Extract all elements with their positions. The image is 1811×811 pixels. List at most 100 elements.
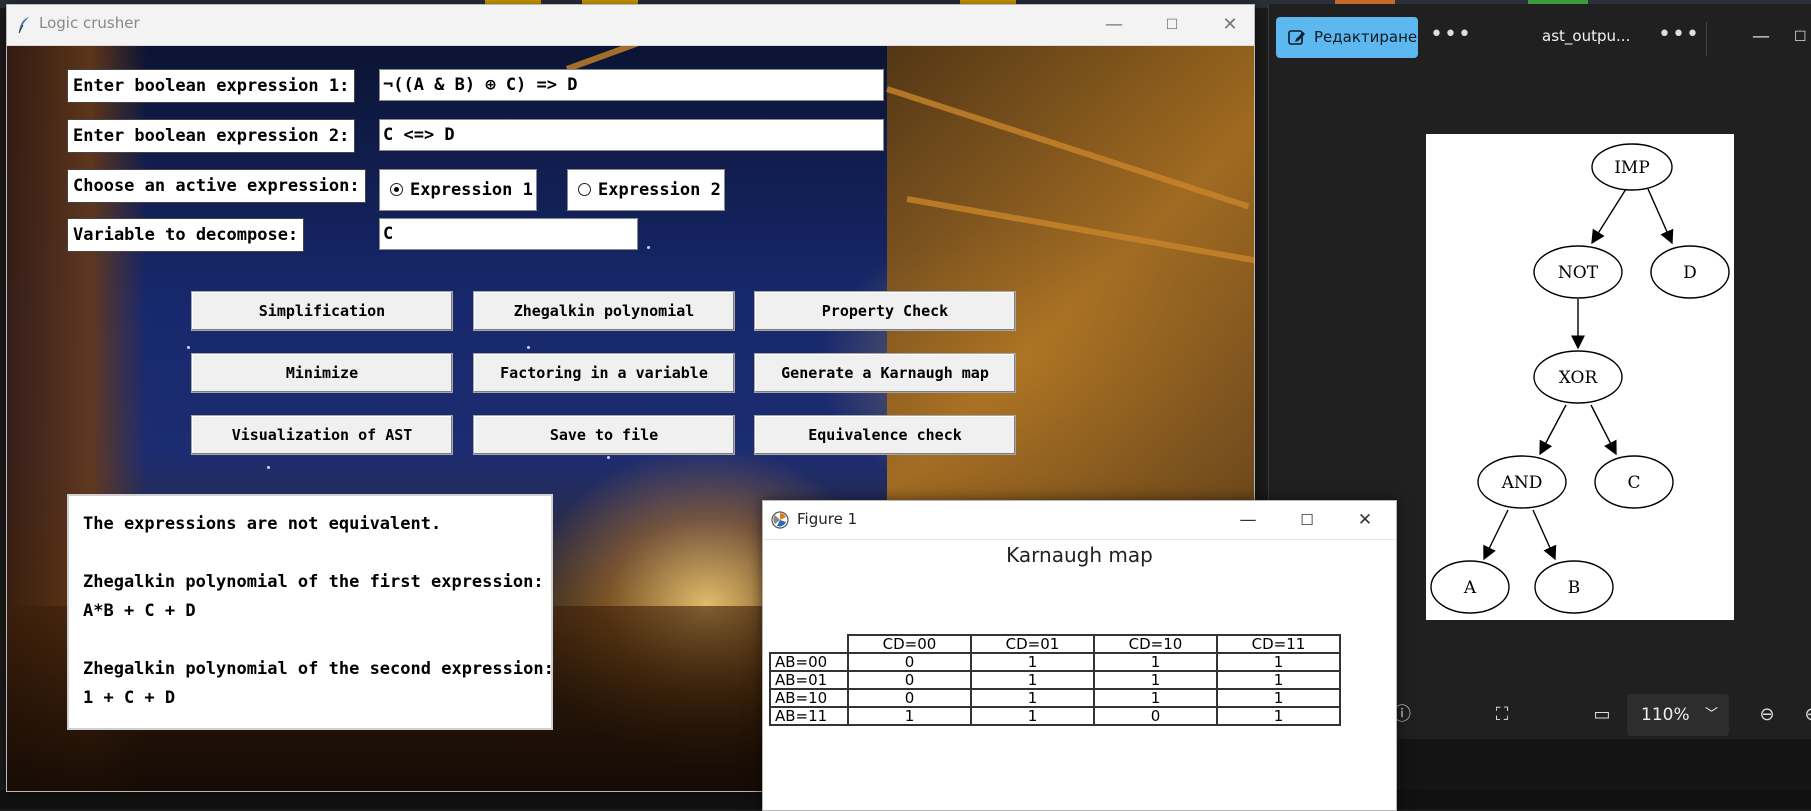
table-cell: 1	[1216, 688, 1341, 708]
table-cell: 1	[1216, 706, 1341, 726]
table-row: AB=10 0 1 1 1	[769, 688, 1341, 708]
table-row: AB=01 0 1 1 1	[769, 670, 1341, 690]
zoom-in-icon[interactable]: ⊕	[1799, 702, 1811, 728]
save-to-file-button[interactable]: Save to file	[473, 415, 735, 455]
output-line: The expressions are not equivalent.	[83, 514, 442, 534]
zhegalkin-polynomial-button[interactable]: Zhegalkin polynomial	[473, 291, 735, 331]
ast-visualization-button[interactable]: Visualization of AST	[191, 415, 453, 455]
radio-expression-2[interactable]: Expression 2	[567, 169, 725, 211]
zoom-out-icon[interactable]: ⊖	[1754, 702, 1780, 728]
ast-node-label: A	[1463, 578, 1477, 598]
ast-node-label: XOR	[1559, 368, 1599, 388]
more-options-icon[interactable]: •••	[1430, 18, 1471, 58]
expression-1-label: Enter boolean expression 1:	[67, 69, 356, 103]
output-line: 1 + C + D	[83, 688, 176, 708]
snowflake	[267, 466, 270, 469]
edit-image-icon	[1288, 30, 1305, 45]
close-button[interactable]: ✕	[1337, 501, 1393, 539]
karnaugh-map-button[interactable]: Generate a Karnaugh map	[754, 353, 1016, 393]
ast-node-label: C	[1627, 473, 1640, 493]
zoom-value: 110%	[1641, 705, 1690, 725]
table-cell: 0	[847, 652, 972, 672]
ast-node-label: B	[1568, 578, 1581, 598]
scene-beam	[565, 46, 879, 72]
table-cell: 0	[847, 670, 972, 690]
table-cell: 0	[1093, 706, 1218, 726]
property-check-button[interactable]: Property Check	[754, 291, 1016, 331]
edit-button[interactable]: Редактиране	[1276, 17, 1418, 58]
maximize-button[interactable]: ☐	[1279, 501, 1335, 539]
focus-frame-icon[interactable]: ⛶	[1489, 702, 1515, 728]
minimize-button[interactable]: —	[1085, 5, 1143, 45]
table-cell: 1	[1093, 670, 1218, 690]
radio-expression-1-label: Expression 1	[410, 180, 533, 200]
edit-button-label: Редактиране	[1314, 28, 1418, 46]
karnaugh-map-table: CD=00 CD=01 CD=10 CD=11 AB=00 0 1 1 1 AB…	[769, 634, 1341, 726]
table-cell: 1	[1093, 688, 1218, 708]
close-button[interactable]: ✕	[1201, 5, 1254, 45]
expression-2-input[interactable]: C <=> D	[379, 119, 884, 151]
table-cell: 0	[847, 688, 972, 708]
chevron-down-icon: ﹀	[1705, 707, 1719, 722]
table-cell: 1	[970, 688, 1095, 708]
snowflake	[647, 246, 650, 249]
row-header: AB=00	[769, 652, 849, 672]
row-header: AB=10	[769, 688, 849, 708]
toolbar-divider	[1706, 22, 1707, 56]
zoom-dropdown[interactable]: 110% ﹀	[1627, 694, 1729, 736]
maximize-button[interactable]: ☐	[1794, 22, 1811, 52]
column-header: CD=01	[970, 634, 1095, 654]
table-corner	[770, 635, 849, 654]
column-header: CD=10	[1093, 634, 1218, 654]
expression-2-label: Enter boolean expression 2:	[67, 119, 356, 153]
maximize-button[interactable]: ☐	[1143, 5, 1201, 45]
more-options-icon[interactable]: •••	[1658, 18, 1699, 58]
table-row: AB=11 1 1 0 1	[769, 706, 1341, 726]
equivalence-check-button[interactable]: Equivalence check	[754, 415, 1016, 455]
ast-image: IMP NOT D XOR AND C A B	[1426, 134, 1734, 620]
minimize-button[interactable]: —	[1220, 501, 1276, 539]
table-row: AB=00 0 1 1 1	[769, 652, 1341, 672]
expression-1-input[interactable]: ¬((A & B) ⊕ C) => D	[379, 69, 884, 101]
title-bar[interactable]: Logic crusher — ☐ ✕	[7, 5, 1254, 46]
decompose-variable-input[interactable]: C	[379, 218, 638, 250]
table-cell: 1	[1216, 652, 1341, 672]
active-expression-label: Choose an active expression:	[67, 169, 366, 203]
minimize-expression-button[interactable]: Minimize	[191, 353, 453, 393]
radio-selected-icon	[390, 183, 403, 196]
matplotlib-icon	[771, 511, 789, 529]
karnaugh-map-title: Karnaugh map	[1006, 543, 1153, 567]
file-name: ast_outpu...	[1542, 27, 1631, 45]
window-title: Logic crusher	[39, 14, 140, 32]
radio-unselected-icon	[578, 183, 591, 196]
table-cell: 1	[970, 670, 1095, 690]
table-header-row: CD=00 CD=01 CD=10 CD=11	[770, 634, 1341, 654]
decompose-variable-label: Variable to decompose:	[67, 218, 305, 252]
ast-graph: IMP NOT D XOR AND C A B	[1430, 143, 1730, 614]
table-cell: 1	[1216, 670, 1341, 690]
output-panel: The expressions are not equivalent. Zheg…	[67, 494, 554, 730]
figure-title-bar[interactable]: Figure 1 — ☐ ✕	[763, 501, 1396, 540]
simplification-button[interactable]: Simplification	[191, 291, 453, 331]
factoring-button[interactable]: Factoring in a variable	[473, 353, 735, 393]
fit-window-icon[interactable]: ▭	[1589, 702, 1615, 728]
feather-icon	[18, 17, 29, 34]
figure-window: Figure 1 — ☐ ✕ Karnaugh map CD=00 CD=01 …	[762, 500, 1397, 811]
ast-node-label: AND	[1501, 473, 1543, 493]
column-header: CD=11	[1216, 634, 1341, 654]
output-line: Zhegalkin polynomial of the second expre…	[83, 659, 554, 679]
table-cell: 1	[970, 652, 1095, 672]
radio-expression-1[interactable]: Expression 1	[379, 169, 537, 211]
row-header: AB=11	[769, 706, 849, 726]
snowflake	[607, 456, 610, 459]
minimize-button[interactable]: —	[1741, 22, 1781, 52]
output-line: Zhegalkin polynomial of the first expres…	[83, 572, 544, 592]
column-header: CD=00	[847, 634, 972, 654]
output-line: A*B + C + D	[83, 601, 196, 621]
table-cell: 1	[847, 706, 972, 726]
table-cell: 1	[1093, 652, 1218, 672]
ast-node-label: IMP	[1614, 158, 1650, 178]
figure-title: Figure 1	[797, 510, 858, 528]
